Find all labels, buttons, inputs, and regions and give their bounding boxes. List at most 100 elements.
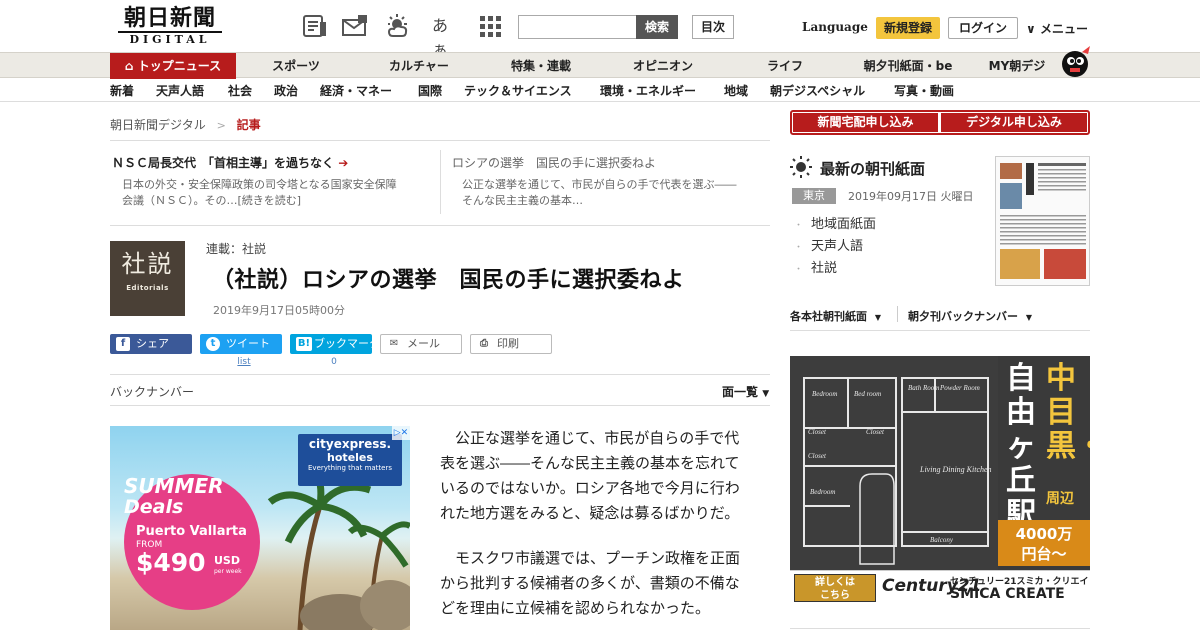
series-label[interactable]: 連載：社説 (206, 240, 266, 257)
mail-share-button[interactable]: ✉ メール (380, 334, 462, 354)
subnav-item[interactable]: 写真・動画 (894, 82, 954, 99)
divider (440, 150, 441, 214)
latest-paper-title[interactable]: 最新の朝刊紙面 (820, 158, 925, 179)
nav-papers[interactable]: 朝夕刊紙面・be (856, 53, 960, 79)
bullet-icon: ・ (794, 265, 804, 275)
weather-icon[interactable] (385, 14, 411, 38)
subnav-item[interactable]: 政治 (274, 82, 298, 99)
tweet-count[interactable]: list (232, 357, 256, 367)
paper-link[interactable]: ・天声人語 (794, 235, 863, 254)
site-logo[interactable]: 朝日新聞 DIGITAL (112, 6, 228, 46)
ad-details-button[interactable]: 詳しくは こちら (794, 574, 876, 602)
breadcrumb-separator: > (216, 119, 226, 132)
language-link[interactable]: Language (802, 20, 868, 34)
text-size-icon[interactable]: あぁ (432, 14, 458, 59)
subnav-item[interactable]: 社会 (228, 82, 252, 99)
caret-down-icon: ▼ (762, 389, 770, 399)
back-number-dropdown[interactable]: 朝夕刊バックナンバー ▼ (908, 308, 1032, 324)
ad-price: $490 (136, 548, 206, 577)
register-button[interactable]: 新規登録 (876, 17, 940, 39)
related-summary: 公正な選挙を通じて、市民が自らの手で代表を選ぶ―― そんな民主主義の基本… (462, 178, 737, 207)
paper-subscribe-button[interactable]: 新聞宅配申し込み (793, 113, 938, 132)
print-button[interactable]: ⎙ 印刷 (470, 334, 552, 354)
divider (110, 374, 770, 375)
facebook-share-button[interactable]: f シェア (110, 334, 192, 354)
login-button[interactable]: ログイン (948, 17, 1018, 39)
nav-opinion[interactable]: オピニオン (614, 53, 712, 79)
related-article[interactable]: ＮＳＣ局長交代 「首相主導」を過ちなく ➔ 日本の外交・安全保障政策の司令塔とな… (112, 154, 430, 209)
breadcrumb-home[interactable]: 朝日新聞デジタル (110, 118, 206, 132)
paper-link[interactable]: ・地域面紙面 (794, 213, 876, 232)
mail-icon[interactable] (342, 14, 368, 38)
search-input[interactable] (518, 15, 636, 39)
nav-sports[interactable]: スポーツ (250, 53, 342, 79)
ad-brand-en: SMICA CREATE (950, 586, 1065, 602)
app-grid-icon[interactable] (478, 14, 504, 38)
print-icon: ⎙ (480, 338, 488, 349)
ad-choices-icon[interactable]: ▷✕ (392, 426, 410, 440)
subnav-item[interactable]: 新着 (110, 82, 134, 99)
ad-price: 4000万 円台～ (998, 520, 1090, 566)
twitter-share-button[interactable]: t ツイート (200, 334, 282, 354)
logo-jp: 朝日新聞 (123, 5, 216, 31)
divider (897, 306, 898, 322)
subnav-item[interactable]: 地域 (724, 82, 748, 99)
ad-station-name: 中目黒・ (1046, 361, 1090, 464)
subnav-item[interactable]: 天声人語 (156, 82, 204, 99)
twitter-icon: t (206, 337, 220, 351)
nav-top-news[interactable]: ⌂ トップニュース (110, 53, 236, 79)
sun-icon (790, 156, 812, 178)
plan-label: Bath Room (908, 384, 939, 392)
caret-down-icon: ▼ (1025, 313, 1032, 322)
subnav-item[interactable]: 経済・マネー (320, 82, 392, 99)
nav-item-label: トップニュース (137, 59, 222, 73)
divider (110, 225, 770, 226)
search-button[interactable]: 検索 (636, 15, 678, 39)
newspaper-thumbnail-image (1000, 163, 1086, 279)
real-estate-advertisement[interactable]: Bedroom Bed room Closet Closet Bath Room… (790, 356, 1090, 606)
hotel-advertisement[interactable]: SUMMER Deals Puerto Vallarta FROM $490 U… (110, 426, 410, 630)
subnav-item[interactable]: 朝デジスペシャル (770, 82, 865, 99)
region-tag: 東京 (792, 188, 836, 204)
plan-label: Closet (866, 428, 885, 436)
site-header: 朝日新聞 DIGITAL あぁ 検索 目次 Language 新規登録 ログイン (0, 0, 1200, 59)
subnav-item[interactable]: 国際 (418, 82, 442, 99)
newspaper-thumbnail[interactable] (995, 156, 1090, 286)
facebook-icon: f (116, 337, 130, 351)
home-icon: ⌂ (124, 59, 134, 73)
hatena-bookmark-button[interactable]: B! ブックマーク (290, 334, 380, 354)
subnav-item[interactable]: 環境・エネルギー (600, 82, 696, 99)
plan-label: Closet (808, 428, 827, 436)
chevron-down-icon: ∨ (1026, 22, 1036, 36)
divider (790, 330, 1090, 331)
editorial-logo[interactable]: 社説 Editorials (110, 241, 185, 316)
mascot-icon[interactable] (1058, 44, 1092, 78)
ad-per: per week (214, 568, 242, 575)
ad-summer-text: SUMMER (124, 474, 224, 498)
bookmark-count[interactable]: 0 (322, 357, 346, 367)
nav-my-asahi[interactable]: MY朝デジ (982, 53, 1052, 79)
toc-button[interactable]: 目次 (692, 15, 734, 39)
newspaper-icon[interactable] (302, 14, 328, 38)
menu-button[interactable]: ∨ メニュー (1026, 20, 1088, 37)
related-article[interactable]: ロシアの選挙 国民の手に選択委ねよ 公正な選挙を通じて、市民が自らの手で代表を選… (452, 154, 770, 209)
digital-subscribe-button[interactable]: デジタル申し込み (941, 113, 1087, 132)
nav-culture[interactable]: カルチャー (370, 53, 468, 79)
paper-link[interactable]: ・社説 (794, 257, 837, 276)
nav-life[interactable]: ライフ (736, 53, 834, 79)
article-paragraph: モスクワ市議選では、プーチン政権を正面から批判する候補者の多くが、書類の不備など… (440, 549, 741, 617)
regional-papers-dropdown[interactable]: 各本社朝刊紙面 ▼ (790, 308, 881, 324)
palm-tree-image (267, 466, 410, 630)
ad-destination: Puerto Vallarta (136, 524, 247, 539)
floor-plan-drawing: Bedroom Bed room Closet Closet Bath Room… (803, 377, 992, 565)
floor-plan-image: Bedroom Bed room Closet Closet Bath Room… (790, 356, 998, 570)
editorial-logo-en: Editorials (126, 284, 169, 292)
page-list-dropdown[interactable]: 面一覧 ▼ (722, 383, 769, 400)
plan-label: Bed room (854, 390, 881, 398)
related-summary: 日本の外交・安全保障政策の司令塔となる国家安全保障 会議（ＮＳＣ）。その…[続き… (122, 178, 397, 207)
related-title[interactable]: ＮＳＣ局長交代 「首相主導」を過ちなく ➔ (112, 154, 430, 171)
nav-features[interactable]: 特集・連載 (492, 53, 590, 79)
article-date: 2019年9月17日05時00分 (213, 304, 345, 317)
subnav-item[interactable]: テック＆サイエンス (464, 82, 572, 99)
related-title[interactable]: ロシアの選挙 国民の手に選択委ねよ (452, 154, 770, 171)
